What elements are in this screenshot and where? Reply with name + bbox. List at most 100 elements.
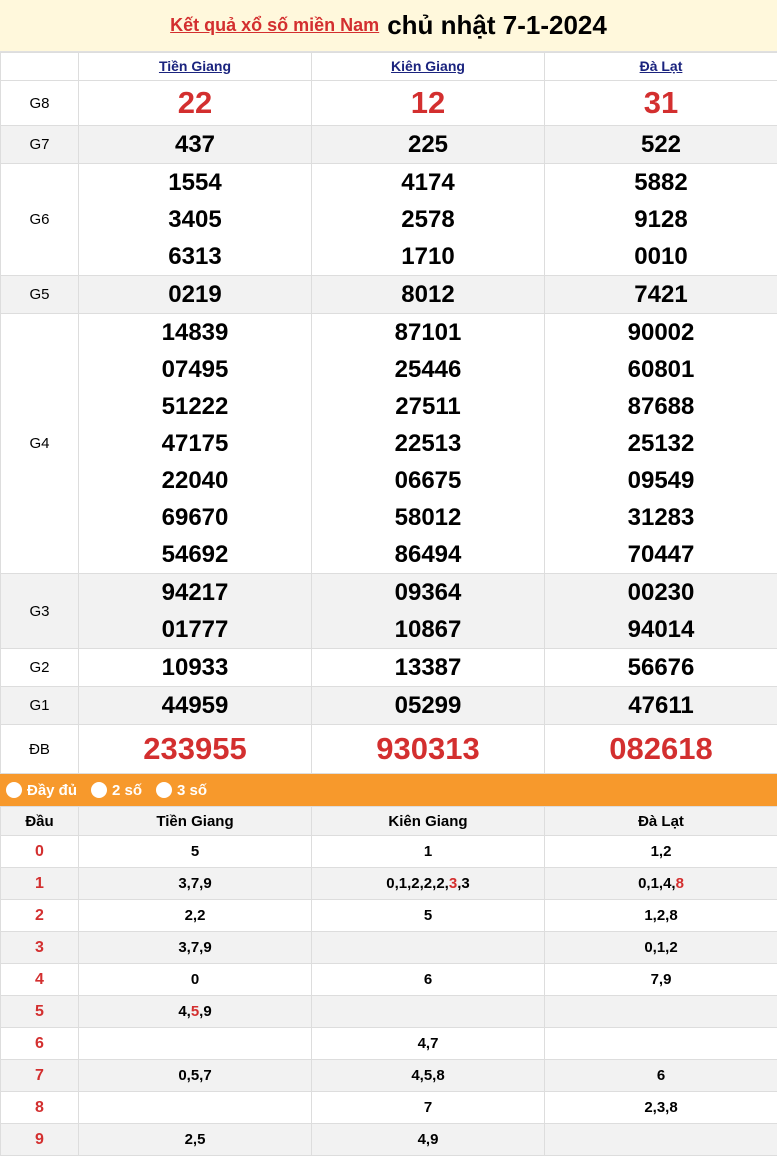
- tail-digits: 5: [78, 835, 312, 868]
- prize-row-g4: G4 14839 07495 51222 47175 22040 69670 5…: [0, 313, 777, 574]
- region-results-link[interactable]: Kết quả xổ số miền Nam: [170, 15, 379, 36]
- prize-row-g3: G3 94217 01777 09364 10867 00230 94014: [0, 573, 777, 649]
- tail-digits: 4,9: [311, 1123, 545, 1156]
- prize-number: 87688: [627, 393, 695, 420]
- head-digit: 7: [0, 1059, 79, 1092]
- head-digit: 5: [0, 995, 79, 1028]
- tail-digits: 2,2: [78, 899, 312, 932]
- prize-number: 14839: [161, 319, 229, 346]
- prize-number: 47175: [161, 430, 229, 457]
- prize-number: 90002: [627, 319, 695, 346]
- tail-digits: 2,3,8: [544, 1091, 777, 1124]
- special-prize-number: 930313: [376, 731, 480, 766]
- table-row: 8 7 2,3,8: [0, 1091, 777, 1124]
- table-row: 1 3,7,9 0,1,2,2,2,3,3 0,1,4,8: [0, 867, 777, 900]
- prize-number: 22513: [394, 430, 462, 457]
- prize-number: 3405: [168, 206, 222, 233]
- highlight-digit: 3: [448, 875, 458, 892]
- table-row: 2 2,2 5 1,2,8: [0, 899, 777, 932]
- tail-digits: 4,5,8: [311, 1059, 545, 1092]
- prize-number: 10933: [161, 654, 229, 681]
- prize-number: 56676: [627, 654, 695, 681]
- prize-number: 05299: [394, 692, 462, 719]
- prize-number: 25446: [394, 356, 462, 383]
- table-row: 4 0 6 7,9: [0, 963, 777, 996]
- prize-number: 0010: [634, 243, 688, 270]
- prize-number: 6313: [168, 243, 222, 270]
- head-digit: 6: [0, 1027, 79, 1060]
- prize-label: G4: [0, 313, 79, 574]
- prize-number: 25132: [627, 430, 695, 457]
- radio-button[interactable]: [156, 782, 173, 798]
- tail-digits: 1,2,8: [544, 899, 777, 932]
- prize-number: 94014: [627, 616, 695, 643]
- prize-label: G1: [0, 686, 79, 725]
- head-digit: 2: [0, 899, 79, 932]
- prize-number: 437: [174, 131, 216, 158]
- tail-digits: [544, 1027, 777, 1060]
- option-3-digits[interactable]: 3 số: [156, 782, 207, 799]
- prize-number: 2578: [401, 206, 455, 233]
- page-title-bar: Kết quả xổ số miền Nam chủ nhật 7-1-2024: [0, 0, 777, 52]
- tail-digits: [311, 931, 545, 964]
- prize-row-special: ĐB 233955 930313 082618: [0, 724, 777, 774]
- prize-number: 09549: [627, 467, 695, 494]
- province-link-tien-giang[interactable]: Tiền Giang: [159, 58, 231, 74]
- radio-button[interactable]: [6, 782, 22, 798]
- head-digit: 0: [0, 835, 79, 868]
- prize-row-g6: G6 1554 3405 6313 4174 2578 1710 5882 91…: [0, 163, 777, 276]
- prize-number: 09364: [394, 579, 462, 606]
- prize-row-g7: G7 437 225 522: [0, 125, 777, 164]
- special-prize-number: 082618: [609, 731, 713, 766]
- tail-digits: 5: [311, 899, 545, 932]
- prize-number: 1554: [168, 169, 222, 196]
- tail-digits: 7: [311, 1091, 545, 1124]
- prize-row-g5: G5 0219 8012 7421: [0, 275, 777, 314]
- tail-digits: 0,5,7: [78, 1059, 312, 1092]
- prize-number: 86494: [394, 541, 462, 568]
- prize-number: 47611: [628, 692, 694, 719]
- province-link-kien-giang[interactable]: Kiên Giang: [391, 58, 465, 74]
- head-digit: 1: [0, 867, 79, 900]
- tail-digits: 7,9: [544, 963, 777, 996]
- option-full[interactable]: Đầy đủ: [6, 782, 77, 799]
- column-header: Đầu: [0, 806, 79, 836]
- tail-digits: 3,7,9: [78, 867, 312, 900]
- table-row: 6 4,7: [0, 1027, 777, 1060]
- table-row: 0 5 1 1,2: [0, 835, 777, 868]
- prize-number: 31: [643, 85, 679, 120]
- highlight-digit: 5: [190, 1003, 200, 1020]
- province-link-da-lat[interactable]: Đà Lạt: [640, 58, 683, 74]
- prize-label: G5: [0, 275, 79, 314]
- prize-number: 31283: [627, 504, 695, 531]
- highlight-digit: 8: [675, 875, 684, 892]
- prize-number: 06675: [394, 467, 462, 494]
- prize-label: G7: [0, 125, 79, 164]
- prize-number: 10867: [394, 616, 462, 643]
- empty-header-cell: [0, 52, 79, 81]
- radio-button[interactable]: [91, 782, 108, 798]
- prize-number: 1710: [401, 243, 455, 270]
- head-digit: 8: [0, 1091, 79, 1124]
- table-row: 5 4,5,9: [0, 995, 777, 1028]
- province-header-row: Tiền Giang Kiên Giang Đà Lạt: [0, 52, 777, 81]
- prize-number: 87101: [394, 319, 462, 346]
- column-header: Đà Lạt: [544, 806, 777, 836]
- head-digits-table: Đầu Tiền Giang Kiên Giang Đà Lạt 0 5 1 1…: [0, 806, 777, 1156]
- prize-number: 70447: [627, 541, 695, 568]
- results-table: Tiền Giang Kiên Giang Đà Lạt G8 22 12 31…: [0, 52, 777, 774]
- head-digit: 9: [0, 1123, 79, 1156]
- prize-number: 01777: [161, 616, 229, 643]
- column-header: Tiền Giang: [78, 806, 312, 836]
- special-prize-number: 233955: [143, 731, 247, 766]
- prize-number: 0219: [168, 281, 222, 308]
- prize-label: ĐB: [0, 724, 79, 774]
- prize-number: 51222: [161, 393, 229, 420]
- prize-number: 22: [177, 85, 213, 120]
- prize-number: 9128: [634, 206, 688, 233]
- tail-digits: 0,1,2: [544, 931, 777, 964]
- display-options-bar: Đầy đủ 2 số 3 số: [0, 774, 777, 806]
- option-2-digits[interactable]: 2 số: [91, 782, 142, 799]
- prize-number: 00230: [627, 579, 695, 606]
- page-title-date: chủ nhật 7-1-2024: [387, 10, 607, 40]
